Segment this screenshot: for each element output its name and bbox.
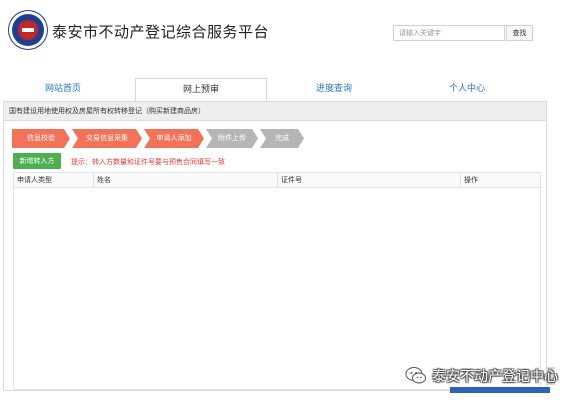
step-add-applicant: 申请人添加: [144, 129, 204, 148]
step-info-check: 信息校验: [12, 129, 70, 148]
add-transferee-button[interactable]: 新增转入方: [13, 153, 61, 169]
tip-text: 提示：转入方数量和证件号要与预售合同填写一致: [71, 158, 225, 166]
table-header: 申请人类型 姓名 证件号 操作: [14, 173, 540, 188]
column-name: 姓名: [94, 173, 278, 187]
search-input[interactable]: 请输入关键字: [393, 25, 505, 41]
column-actions: 操作: [464, 176, 478, 184]
platform-logo: [9, 11, 47, 49]
wechat-icon: [405, 367, 426, 384]
step-complete: 完成: [260, 129, 304, 148]
tab-personal[interactable]: 个人中心: [425, 78, 509, 102]
main-panel: 国有建设用地使用权及房屋所有权转移登记（购买新建商品房） 信息校验 交易信息采集…: [3, 101, 547, 391]
applicant-table: 申请人类型 姓名 证件号 操作: [13, 172, 541, 390]
step-trade-info: 交易信息采集: [72, 129, 142, 148]
column-id-number: 证件号: [278, 173, 461, 187]
tab-home[interactable]: 网站首页: [21, 78, 105, 102]
column-applicant-type: 申请人类型: [14, 173, 94, 187]
watermark-text: 泰安不动产登记中心: [432, 369, 558, 385]
tab-online-review[interactable]: 网上预审: [135, 78, 267, 102]
search-button[interactable]: 查找: [506, 25, 533, 41]
watermark: 泰安不动产登记中心: [404, 364, 558, 388]
page-title: 泰安市不动产登记综合服务平台: [52, 23, 270, 41]
tab-progress[interactable]: 进度查询: [292, 78, 376, 102]
main-nav: 网站首页 网上预审 进度查询 个人中心: [0, 78, 581, 102]
step-upload: 附件上传: [206, 129, 258, 148]
panel-title: 国有建设用地使用权及房屋所有权转移登记（购买新建商品房）: [4, 102, 546, 121]
